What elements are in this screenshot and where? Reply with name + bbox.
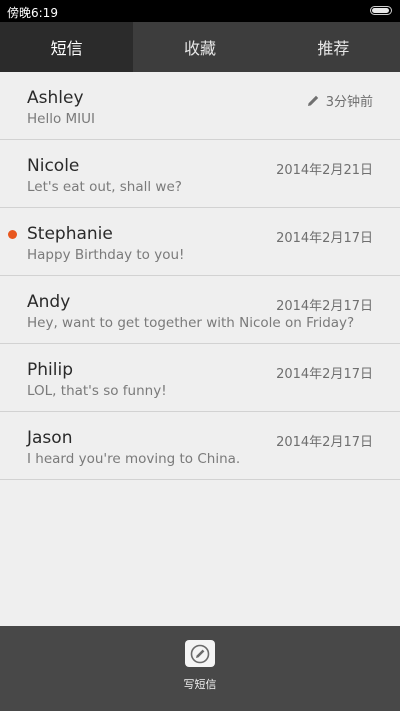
message-time-text: 2014年2月17日 (276, 435, 373, 450)
bottom-action-bar: 写短信 (0, 626, 400, 711)
compose-label: 写短信 (183, 678, 217, 691)
battery-level (372, 8, 390, 13)
message-time: 2014年2月17日 (276, 295, 373, 314)
message-time: 2014年2月17日 (276, 227, 373, 246)
message-list: Ashley Hello MIUI 3分钟前 Nicole Let's eat … (0, 72, 400, 480)
conversation-row[interactable]: Jason I heard you're moving to China. 20… (0, 412, 400, 480)
tab-favorites[interactable]: 收藏 (133, 22, 266, 72)
conversation-row[interactable]: Stephanie Happy Birthday to you! 2014年2月… (0, 208, 400, 276)
compose-pen-icon (185, 640, 215, 667)
tab-recommended[interactable]: 推荐 (267, 22, 400, 72)
messaging-screen: 傍晚6:19 短信 收藏 推荐 Ashley Hello MIUI 3分钟前 N… (0, 0, 400, 711)
message-preview: Let's eat out, shall we? (27, 179, 182, 195)
message-time: 2014年2月21日 (276, 159, 373, 178)
tab-messages[interactable]: 短信 (0, 22, 134, 72)
message-time-text: 2014年2月17日 (276, 299, 373, 314)
conversation-row[interactable]: Ashley Hello MIUI 3分钟前 (0, 72, 400, 140)
conversation-row[interactable]: Philip LOL, that's so funny! 2014年2月17日 (0, 344, 400, 412)
message-preview: LOL, that's so funny! (27, 383, 167, 399)
contact-name: Stephanie (27, 224, 113, 244)
message-time-text: 2014年2月17日 (276, 367, 373, 382)
status-bar: 傍晚6:19 (0, 0, 400, 22)
tab-bar: 短信 收藏 推荐 (0, 22, 400, 72)
message-preview: I heard you're moving to China. (27, 451, 241, 467)
message-preview: Hey, want to get together with Nicole on… (27, 315, 355, 331)
message-preview: Hello MIUI (27, 111, 96, 127)
contact-name: Ashley (27, 88, 84, 108)
contact-name: Nicole (27, 156, 80, 176)
message-preview: Happy Birthday to you! (27, 247, 185, 263)
draft-pencil-icon (307, 95, 318, 106)
contact-name: Andy (27, 292, 71, 312)
compose-message-button[interactable]: 写短信 (170, 640, 230, 704)
status-time: 傍晚6:19 (7, 6, 58, 20)
message-time: 3分钟前 (307, 91, 373, 110)
message-time-text: 2014年2月17日 (276, 231, 373, 246)
message-time-text: 2014年2月21日 (276, 163, 373, 178)
contact-name: Jason (27, 428, 73, 448)
message-time: 2014年2月17日 (276, 363, 373, 382)
contact-name: Philip (27, 360, 73, 380)
conversation-row[interactable]: Nicole Let's eat out, shall we? 2014年2月2… (0, 140, 400, 208)
unread-dot (8, 230, 17, 239)
message-time: 2014年2月17日 (276, 431, 373, 450)
battery-icon (370, 6, 392, 15)
conversation-row[interactable]: Andy Hey, want to get together with Nico… (0, 276, 400, 344)
message-time-text: 3分钟前 (325, 95, 373, 110)
compose-pen-glyph (190, 644, 210, 663)
